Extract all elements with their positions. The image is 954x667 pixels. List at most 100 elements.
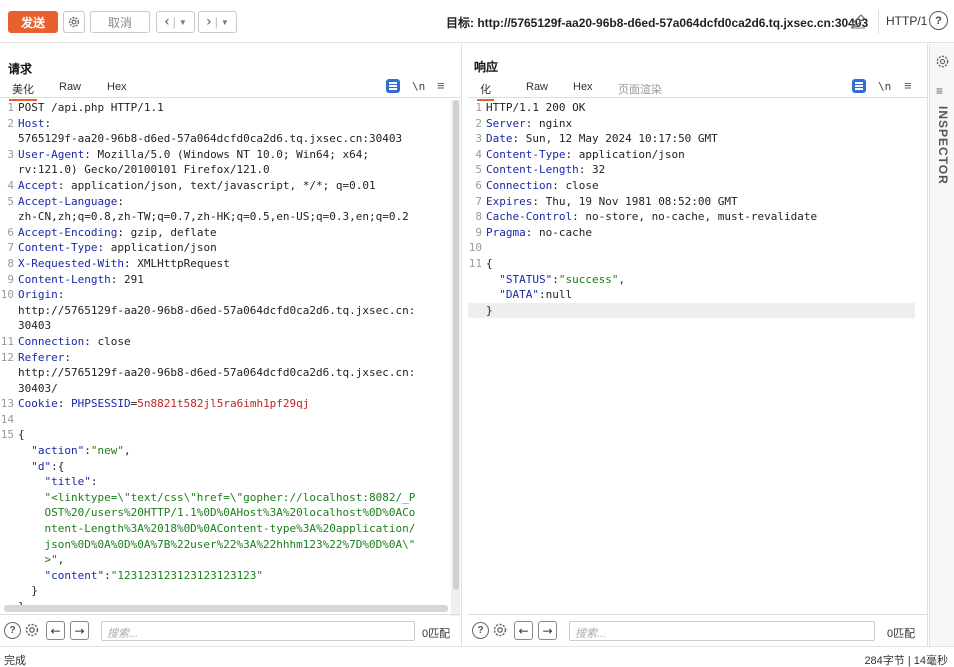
tab-raw[interactable]: Raw: [59, 81, 81, 93]
line-text: 30403: [18, 318, 449, 334]
code-line[interactable]: 13 Cookie: PHPSESSID=5n8821t582jl5ra6imh1…: [0, 396, 449, 412]
response-match-count: 0匹配: [887, 628, 916, 640]
code-line[interactable]: zh-CN,zh;q=0.8,zh-TW;q=0.7,zh-HK;q=0.5,e…: [0, 209, 449, 225]
search-settings-button[interactable]: [24, 622, 40, 641]
help-icon[interactable]: ?: [472, 622, 489, 639]
code-line[interactable]: 9 Content-Length: 291: [0, 272, 449, 288]
line-number: [0, 583, 18, 599]
code-line[interactable]: http://5765129f-aa20-96b8-d6ed-57a064dcf…: [0, 365, 449, 381]
code-line[interactable]: 30403: [0, 318, 449, 334]
line-text: Accept-Encoding: gzip, deflate: [18, 225, 449, 241]
code-line[interactable]: json%0D%0A%0D%0A%7B%22user%22%3A%22hhhm1…: [0, 537, 449, 553]
code-line[interactable]: rv:121.0) Gecko/20100101 Firefox/121.0: [0, 162, 449, 178]
tab-pretty[interactable]: 美化: [9, 81, 37, 101]
tab-hex[interactable]: Hex: [107, 81, 127, 93]
search-next-button[interactable]: →: [538, 621, 557, 640]
tab-pretty[interactable]: 化: [477, 81, 494, 101]
settings-button[interactable]: [935, 54, 950, 69]
search-next-button[interactable]: →: [70, 621, 89, 640]
code-line[interactable]: "<linktype=\"text/css\"href=\"gopher://l…: [0, 490, 449, 506]
code-line[interactable]: 9 Pragma: no-cache: [468, 225, 915, 241]
send-button[interactable]: 发送: [8, 11, 58, 33]
code-line[interactable]: >",: [0, 552, 449, 568]
code-line[interactable]: 6 Connection: close: [468, 178, 915, 194]
request-horizontal-scrollbar[interactable]: [4, 605, 448, 612]
http-version-toggle[interactable]: HTTP/1: [886, 14, 927, 28]
code-line[interactable]: 11 Connection: close: [0, 334, 449, 350]
code-line[interactable]: 7 Expires: Thu, 19 Nov 1981 08:52:00 GMT: [468, 194, 915, 210]
response-search-input[interactable]: 搜索...: [569, 621, 875, 641]
code-line[interactable]: 4 Accept: application/json, text/javascri…: [0, 178, 449, 194]
code-line[interactable]: }: [0, 583, 449, 599]
response-editor[interactable]: 1 HTTP/1.1 200 OK 2 Server: nginx 3 Date: Sun…: [468, 100, 915, 319]
code-line[interactable]: 4 Content-Type: application/json: [468, 147, 915, 163]
code-line[interactable]: 5 Accept-Language:: [0, 194, 449, 210]
code-line[interactable]: 6 Accept-Encoding: gzip, deflate: [0, 225, 449, 241]
request-search-input[interactable]: 搜索...: [101, 621, 415, 641]
edit-target-button[interactable]: [848, 11, 868, 31]
code-line[interactable]: 7 Content-Type: application/json: [0, 240, 449, 256]
code-line[interactable]: 1 POST /api.php HTTP/1.1: [0, 100, 449, 116]
message-actions-icon[interactable]: [386, 79, 400, 93]
line-text: rv:121.0) Gecko/20100101 Firefox/121.0: [18, 162, 449, 178]
search-previous-button[interactable]: ←: [46, 621, 65, 640]
chevron-down-icon[interactable]: ▼: [179, 18, 187, 27]
line-number: 1: [7, 101, 14, 114]
tab-raw[interactable]: Raw: [526, 81, 548, 93]
menu-icon[interactable]: ≡: [904, 78, 912, 93]
search-settings-button[interactable]: [492, 622, 508, 641]
newline-toggle[interactable]: \n: [412, 80, 425, 93]
code-token: Connection: [18, 334, 85, 348]
code-line[interactable]: OST%20/users%20HTTP/1.1%0D%0AHost%3A%20l…: [0, 505, 449, 521]
request-editor[interactable]: 1 POST /api.php HTTP/1.1 2 Host: 5765129f-aa…: [0, 100, 449, 615]
code-line[interactable]: 14: [0, 412, 449, 428]
tab-render[interactable]: 页面渲染: [618, 81, 662, 97]
code-line[interactable]: 5 Content-Length: 32: [468, 162, 915, 178]
code-line[interactable]: "d":{: [0, 459, 449, 475]
code-line[interactable]: 5765129f-aa20-96b8-d6ed-57a064dcfd0ca2d6…: [0, 131, 449, 147]
code-token: Cache-Control: [486, 210, 573, 224]
code-line[interactable]: "title":: [0, 474, 449, 490]
code-line[interactable]: 11 {: [468, 256, 915, 272]
response-stats: 284字节 | 14毫秒: [864, 655, 948, 667]
line-number: [468, 272, 486, 288]
code-line[interactable]: "content":"123123123123123123123": [0, 568, 449, 584]
cancel-button[interactable]: 取消: [90, 11, 150, 33]
code-line[interactable]: 10 Origin:: [0, 287, 449, 303]
code-token: Expires: [486, 194, 533, 208]
code-line[interactable]: 12 Referer:: [0, 350, 449, 366]
code-line[interactable]: "DATA":null: [468, 287, 915, 303]
search-previous-button[interactable]: ←: [514, 621, 533, 640]
code-line[interactable]: 3 Date: Sun, 12 May 2024 10:17:50 GMT: [468, 131, 915, 147]
inspector-tab[interactable]: INSPECTOR: [936, 106, 950, 185]
code-line[interactable]: 2 Server: nginx: [468, 116, 915, 132]
settings-button[interactable]: [63, 11, 85, 33]
code-line[interactable]: 8 X-Requested-With: XMLHttpRequest: [0, 256, 449, 272]
code-line[interactable]: "action":"new",: [0, 443, 449, 459]
code-line[interactable]: http://5765129f-aa20-96b8-d6ed-57a064dcf…: [0, 303, 449, 319]
code-line[interactable]: }: [468, 302, 915, 319]
message-actions-icon[interactable]: [852, 79, 866, 93]
line-number: 2: [7, 116, 14, 130]
forward-button[interactable]: › | ▼: [198, 11, 237, 33]
code-line[interactable]: 3 User-Agent: Mozilla/5.0 (Windows NT 10.…: [0, 147, 449, 163]
help-icon[interactable]: ?: [4, 622, 21, 639]
request-scroll-thumb[interactable]: [453, 100, 459, 590]
code-line[interactable]: ntent-Length%3A%2018%0D%0AContent-type%3…: [0, 521, 449, 537]
newline-toggle[interactable]: \n: [878, 80, 891, 93]
code-line[interactable]: 1 HTTP/1.1 200 OK: [468, 100, 915, 116]
inspector-sidebar: ≡ INSPECTOR: [929, 44, 954, 646]
code-line[interactable]: 30403/: [0, 381, 449, 397]
code-token: 5n8821t582jl5ra6imh1pf29qj: [137, 397, 310, 411]
menu-icon[interactable]: ≡: [437, 78, 445, 93]
code-line[interactable]: 15 {: [0, 427, 449, 443]
code-line[interactable]: 8 Cache-Control: no-store, no-cache, must…: [468, 209, 915, 225]
back-button[interactable]: ‹ | ▼: [156, 11, 195, 33]
code-line[interactable]: 10: [468, 240, 915, 256]
chevron-down-icon[interactable]: ▼: [221, 18, 229, 27]
help-icon[interactable]: ?: [929, 11, 948, 30]
code-line[interactable]: "STATUS":"success",: [468, 272, 915, 288]
hamburger-icon[interactable]: ≡: [936, 84, 943, 98]
tab-hex[interactable]: Hex: [573, 81, 593, 93]
code-line[interactable]: 2 Host:: [0, 116, 449, 132]
